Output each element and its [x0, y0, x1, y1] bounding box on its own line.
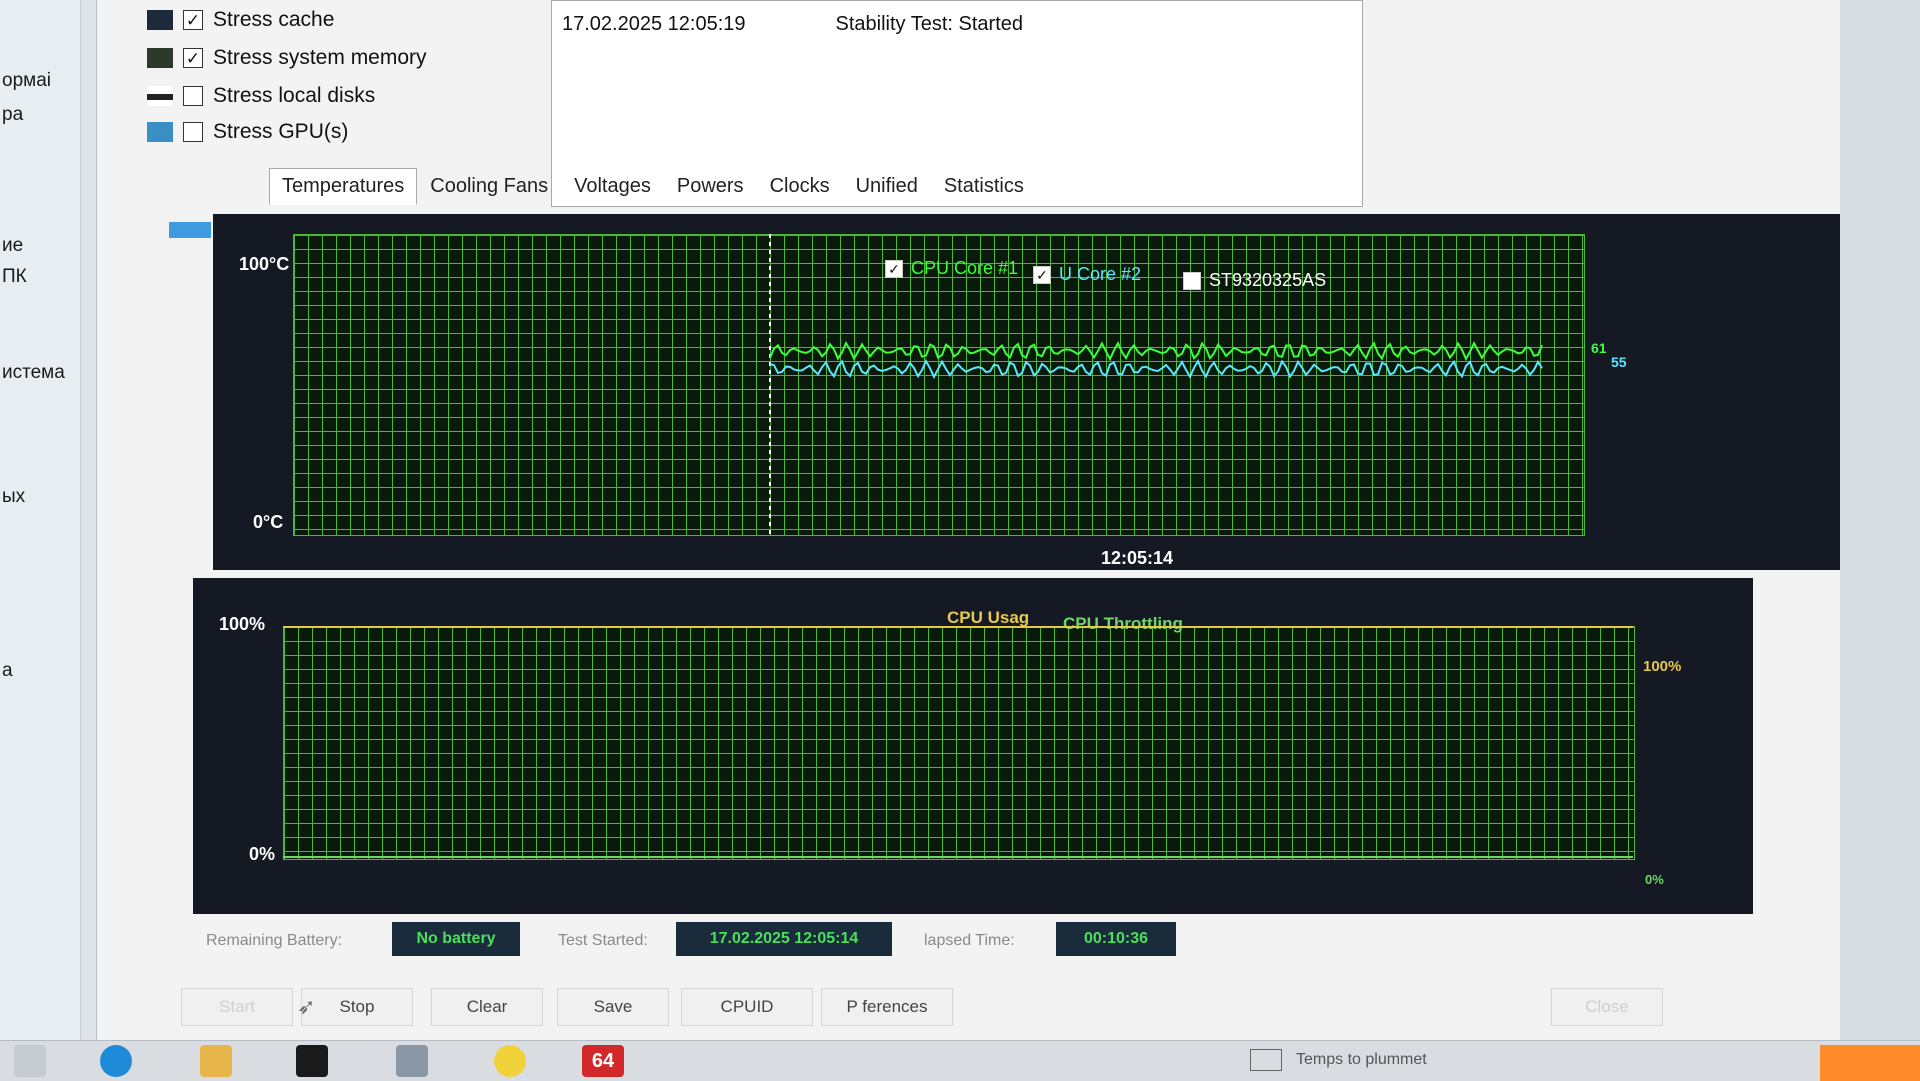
store-icon[interactable] [296, 1045, 328, 1077]
elapsed-label: lapsed Time: [924, 932, 1015, 949]
start-button[interactable]: Start [181, 988, 293, 1026]
preferences-button[interactable]: P ferences [821, 988, 953, 1026]
series-line-cpu-core-1 [769, 340, 1543, 362]
legend-cpu-usage: CPU Usag [947, 608, 1030, 627]
tray-text: Temps to plummet [1296, 1051, 1427, 1068]
bg-label: ие [2, 235, 24, 256]
log-datetime: 17.02.2025 12:05:19 [562, 13, 746, 35]
tab-temperatures[interactable]: Temperatures [269, 168, 418, 205]
usage-lines [283, 626, 1633, 858]
temp-y-top-label: 100°C [239, 254, 290, 274]
log-status: Stability Test: Started [835, 13, 1024, 35]
background-window: ормаі ра ие ПК истема ых а [0, 0, 81, 1040]
gpu-icon [147, 122, 173, 142]
option-label: Stress local disks [213, 84, 376, 107]
bg-label: истема [2, 362, 65, 383]
bg-label: а [2, 660, 13, 681]
status-row: Remaining Battery: No battery Test Start… [206, 922, 1206, 962]
option-label: Stress system memory [213, 46, 427, 69]
bg-label: ра [2, 104, 24, 125]
taskbar: 64 Temps to plummet [0, 1040, 1920, 1081]
cpu-usage-chart: 100% 0% CPU Usag CPU Throttling 100% 0% [193, 578, 1753, 914]
temp-x-time-label: 12:05:14 [1101, 548, 1174, 568]
bg-label: ых [2, 486, 26, 507]
option-stress-memory[interactable]: ✓ Stress system memory [147, 46, 427, 70]
stress-gpu-checkbox[interactable] [183, 122, 203, 142]
disk-icon [147, 86, 173, 106]
cache-icon [147, 10, 173, 30]
tab-clocks[interactable]: Clocks [757, 168, 843, 205]
option-label: Stress cache [213, 8, 335, 31]
background-window-right [1840, 0, 1920, 1040]
cpuid-button[interactable]: CPUID [681, 988, 813, 1026]
log-row[interactable]: 17.02.2025 12:05:19 Stability Test: Star… [562, 13, 1023, 36]
option-stress-gpu[interactable]: Stress GPU(s) [147, 120, 348, 144]
stress-disks-checkbox[interactable] [183, 86, 203, 106]
selection-marker [169, 222, 211, 238]
system-tray: Temps to plummet [1250, 1049, 1427, 1071]
elapsed-value: 00:10:36 [1056, 922, 1176, 956]
bg-label: ормаі [2, 70, 51, 91]
stop-button[interactable]: Stop [301, 988, 413, 1026]
tab-cooling-fans[interactable]: Cooling Fans [417, 168, 561, 205]
button-bar: Start Stop Clear Save CPUID P ferences C… [181, 988, 1681, 1028]
stress-memory-checkbox[interactable]: ✓ [183, 48, 203, 68]
chrome-icon[interactable] [494, 1045, 526, 1077]
series-line-cpu-core-2 [769, 358, 1543, 380]
usage-right-top-label: 100% [1643, 658, 1682, 675]
tab-statistics[interactable]: Statistics [931, 168, 1037, 205]
save-button[interactable]: Save [557, 988, 669, 1026]
tab-bar: Temperatures Cooling Fans Voltages Power… [269, 168, 1037, 205]
temperature-lines [769, 234, 1543, 534]
usage-y-top-label: 100% [219, 614, 266, 634]
tab-unified[interactable]: Unified [843, 168, 931, 205]
test-started-value: 17.02.2025 12:05:14 [676, 922, 892, 956]
explorer-icon[interactable] [200, 1045, 232, 1077]
aida64-icon[interactable]: 64 [582, 1045, 624, 1077]
tab-powers[interactable]: Powers [664, 168, 757, 205]
close-button[interactable]: Close [1551, 988, 1663, 1026]
temp-y-bottom-label: 0°C [253, 512, 284, 532]
mail-icon[interactable] [396, 1045, 428, 1077]
battery-label: Remaining Battery: [206, 932, 343, 949]
temperature-chart: 100°C 0°C 12:05:14 ✓ CPU Core #1 ✓ U Cor… [213, 214, 1853, 570]
task-view-icon[interactable] [14, 1045, 46, 1077]
bg-label: ПК [2, 266, 27, 287]
stress-cache-checkbox[interactable]: ✓ [183, 10, 203, 30]
option-stress-disks[interactable]: Stress local disks [147, 84, 375, 108]
clear-button[interactable]: Clear [431, 988, 543, 1026]
mouse-cursor-icon: ➶ [297, 994, 316, 1019]
option-label: Stress GPU(s) [213, 120, 349, 143]
stability-test-window: ✓ Stress cache ✓ Stress system memory St… [96, 0, 1853, 1040]
tab-voltages[interactable]: Voltages [561, 168, 664, 205]
notification-corner[interactable] [1820, 1045, 1920, 1081]
chart-divider [213, 570, 1853, 578]
usage-y-bottom-label: 0% [249, 844, 276, 864]
end-label-core-1: 61 [1591, 340, 1607, 356]
weather-icon [1250, 1049, 1282, 1071]
memory-icon [147, 48, 173, 68]
option-stress-cache[interactable]: ✓ Stress cache [147, 8, 334, 32]
end-label-core-2: 55 [1611, 354, 1627, 370]
battery-value: No battery [392, 922, 520, 956]
edge-icon[interactable] [100, 1045, 132, 1077]
usage-right-bottom-label: 0% [1645, 872, 1664, 887]
test-started-label: Test Started: [558, 932, 648, 949]
